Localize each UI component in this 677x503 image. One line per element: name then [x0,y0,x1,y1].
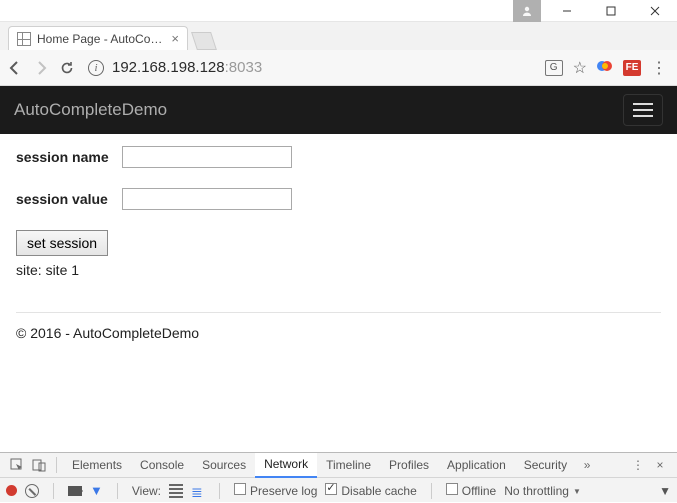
device-mode-icon[interactable] [28,458,50,472]
window-close-button[interactable] [633,0,677,22]
devtools-tab-network[interactable]: Network [255,453,317,478]
devtools-tabbar: Elements Console Sources Network Timelin… [0,453,677,478]
devtools-tab-elements[interactable]: Elements [63,453,131,478]
nav-toggle-button[interactable] [623,94,663,126]
devtools-tab-profiles[interactable]: Profiles [380,453,438,478]
disable-cache-checkbox[interactable]: Disable cache [325,483,416,498]
window-minimize-button[interactable] [545,0,589,22]
devtools-more-tabs-icon[interactable]: » [576,458,598,472]
inspect-element-icon[interactable] [6,458,28,472]
site-line: site: site 1 [16,262,661,278]
view-large-icon[interactable] [169,484,183,498]
translate-icon[interactable]: G [545,60,563,76]
window-maximize-button[interactable] [589,0,633,22]
drawer-toggle-icon[interactable]: ▼ [659,484,671,498]
browser-tabstrip: Home Page - AutoComp… × [0,22,677,50]
browser-toolbar: i 192.168.198.128:8033 G ☆ FE ⋮ [0,50,677,86]
address-bar[interactable]: i 192.168.198.128:8033 [84,54,537,82]
view-label: View: [132,484,161,498]
footer-text: © 2016 - AutoCompleteDemo [16,325,661,341]
chrome-menu-button[interactable]: ⋮ [651,58,667,78]
new-tab-button[interactable] [191,32,217,50]
filter-icon[interactable]: ▼ [90,483,103,498]
devtools-panel: Elements Console Sources Network Timelin… [0,452,677,502]
devtools-tab-console[interactable]: Console [131,453,193,478]
tab-close-icon[interactable]: × [171,31,179,46]
page-favicon-icon [17,32,31,46]
page-content: session name session value set session s… [0,134,677,341]
extension-icon[interactable] [597,58,613,77]
screenshot-icon[interactable] [68,486,82,496]
reload-button[interactable] [58,59,76,77]
devtools-tab-sources[interactable]: Sources [193,453,255,478]
clear-button[interactable] [25,484,39,498]
record-button[interactable] [6,485,17,496]
tab-title: Home Page - AutoComp… [37,32,165,46]
bookmark-star-icon[interactable]: ☆ [573,58,587,78]
divider [16,312,661,313]
preserve-log-checkbox[interactable]: Preserve log [234,483,317,498]
browser-tab[interactable]: Home Page - AutoComp… × [8,26,188,50]
view-waterfall-icon[interactable]: ≣ [191,484,205,498]
app-navbar: AutoCompleteDemo [0,86,677,134]
session-name-label: session name [16,149,116,165]
devtools-tab-security[interactable]: Security [515,453,576,478]
flash-extension-icon[interactable]: FE [623,60,641,76]
devtools-menu-icon[interactable]: ⋮ [627,458,649,472]
session-value-input[interactable] [122,188,292,210]
session-value-label: session value [16,191,116,207]
devtools-network-toolbar: ▼ View: ≣ Preserve log Disable cache Off… [0,478,677,503]
throttling-dropdown[interactable]: No throttling [504,484,581,498]
profile-icon[interactable] [513,0,541,22]
devtools-tab-application[interactable]: Application [438,453,515,478]
app-brand[interactable]: AutoCompleteDemo [14,100,167,120]
site-info-icon[interactable]: i [88,60,104,76]
window-titlebar [0,0,677,22]
back-button[interactable] [6,59,24,77]
devtools-tab-timeline[interactable]: Timeline [317,453,380,478]
devtools-close-icon[interactable]: × [649,458,671,472]
offline-checkbox[interactable]: Offline [446,483,496,498]
session-name-input[interactable] [122,146,292,168]
forward-button[interactable] [32,59,50,77]
set-session-button[interactable]: set session [16,230,108,256]
url-text: 192.168.198.128:8033 [112,59,262,76]
